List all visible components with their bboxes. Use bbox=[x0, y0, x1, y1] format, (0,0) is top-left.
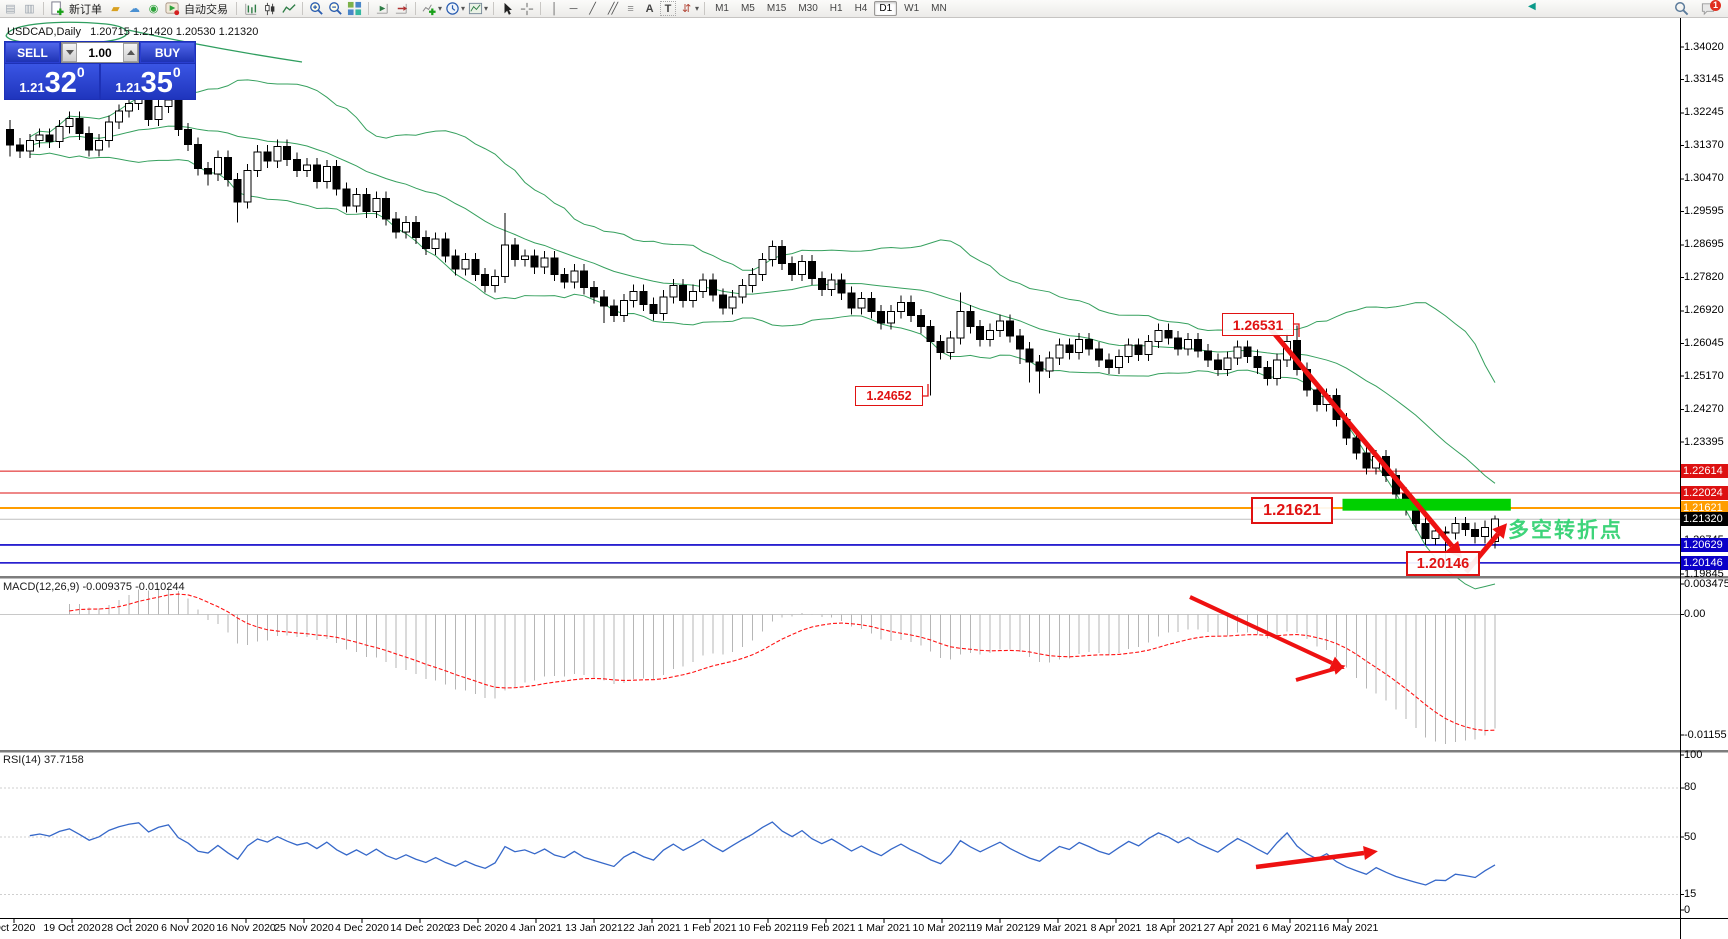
new-order-label[interactable]: 新订单 bbox=[69, 1, 102, 17]
trendline-icon[interactable]: ╱ bbox=[584, 1, 601, 17]
tf-m30-button[interactable]: M30 bbox=[793, 1, 822, 16]
tf-h4-button[interactable]: H4 bbox=[850, 1, 873, 16]
tf-m15-button[interactable]: M15 bbox=[762, 1, 791, 16]
channel-icon[interactable]: ╱╱ bbox=[603, 1, 620, 17]
volume-up-button[interactable] bbox=[123, 43, 138, 62]
auto-scroll-icon[interactable] bbox=[374, 1, 391, 17]
community-icon[interactable]: ☁ bbox=[126, 1, 143, 17]
fibonacci-icon[interactable]: ≡ bbox=[622, 1, 639, 17]
sell-price-big: 32 bbox=[44, 67, 77, 99]
zoom-out-icon[interactable] bbox=[327, 1, 344, 17]
candlestick-chart-icon[interactable] bbox=[261, 1, 278, 17]
cursor-icon[interactable] bbox=[499, 1, 516, 17]
toolbar-separator bbox=[43, 2, 44, 15]
chart-shift-icon[interactable] bbox=[393, 1, 410, 17]
price-callout-124652[interactable]: 1.24652 bbox=[855, 386, 923, 406]
signal-icon[interactable]: ◉ bbox=[145, 1, 162, 17]
new-order-icon[interactable] bbox=[49, 1, 66, 17]
data-window-icon[interactable]: ▥ bbox=[21, 1, 38, 17]
tf-m1-button[interactable]: M1 bbox=[710, 1, 734, 16]
arrows-tool-icon[interactable]: ⇵ bbox=[678, 1, 695, 17]
toolbar-separator bbox=[302, 2, 303, 15]
autotrade-label[interactable]: 自动交易 bbox=[184, 1, 228, 17]
buy-button[interactable]: BUY bbox=[140, 42, 195, 63]
text-label-icon[interactable]: T bbox=[660, 1, 677, 16]
buy-price-small: 1.21 bbox=[115, 80, 141, 95]
crosshair-icon[interactable] bbox=[518, 1, 535, 17]
volume-input[interactable] bbox=[77, 43, 123, 62]
line-chart-icon[interactable] bbox=[280, 1, 297, 17]
autotrade-icon[interactable] bbox=[164, 1, 181, 17]
chart-window-icon[interactable]: ▤ bbox=[2, 1, 19, 17]
indicators-icon[interactable] bbox=[421, 1, 438, 17]
vertical-line-icon[interactable]: │ bbox=[546, 1, 563, 17]
arrows-dropdown-icon[interactable]: ▾ bbox=[695, 4, 699, 13]
gold-icon[interactable]: ▰ bbox=[107, 1, 124, 17]
text-tool-icon[interactable]: A bbox=[641, 1, 658, 17]
tf-m5-button[interactable]: M5 bbox=[736, 1, 760, 16]
buy-price-big: 35 bbox=[140, 67, 173, 99]
triangle-up-icon bbox=[126, 50, 135, 55]
toolbar-separator bbox=[368, 2, 369, 15]
tf-h1-button[interactable]: H1 bbox=[825, 1, 848, 16]
volume-control bbox=[61, 42, 139, 63]
template-icon[interactable] bbox=[467, 1, 484, 17]
search-icon[interactable] bbox=[1674, 1, 1689, 19]
buy-price-display[interactable]: 1.21 35 0 bbox=[101, 64, 195, 99]
price-callout-121621[interactable]: 1.21621 bbox=[1251, 497, 1333, 524]
toolbar-separator bbox=[704, 2, 706, 15]
notifications-icon[interactable]: 1 bbox=[1700, 0, 1721, 19]
chart-plot-area[interactable] bbox=[0, 0, 1728, 939]
tile-windows-icon[interactable] bbox=[346, 1, 363, 17]
tf-mn-button[interactable]: MN bbox=[926, 1, 952, 16]
toolbar-separator bbox=[493, 2, 495, 15]
template-dropdown-icon[interactable]: ▾ bbox=[484, 4, 488, 13]
sell-price-sup: 0 bbox=[76, 64, 85, 80]
toolbar-separator bbox=[236, 2, 237, 15]
toolbar-separator bbox=[540, 2, 542, 15]
sell-price-small: 1.21 bbox=[19, 80, 45, 95]
horizontal-line-icon[interactable]: ─ bbox=[565, 1, 582, 17]
sell-button[interactable]: SELL bbox=[5, 42, 60, 63]
tf-w1-button[interactable]: W1 bbox=[899, 1, 924, 16]
volume-down-button[interactable] bbox=[62, 43, 77, 62]
one-click-trading-panel: SELL BUY 1.21320 1.21350 bbox=[4, 41, 196, 100]
price-callout-126531[interactable]: 1.26531 bbox=[1222, 313, 1294, 336]
toolbar-separator bbox=[415, 2, 416, 15]
bar-chart-icon[interactable] bbox=[242, 1, 259, 17]
notification-badge: 1 bbox=[1710, 0, 1721, 11]
indicators-dropdown-icon[interactable]: ▾ bbox=[438, 4, 442, 13]
sell-price-display[interactable]: 1.21 32 0 bbox=[5, 64, 99, 99]
panel-arrow-icon[interactable]: ◀ bbox=[1528, 1, 1536, 12]
triangle-down-icon bbox=[65, 50, 74, 55]
periods-clock-icon[interactable] bbox=[444, 1, 461, 17]
toolbar: ▤ ▥ 新订单 ▰ ☁ ◉ 自动交易 ▾ ▾ ▾ │ ─ ╱ ╱╱ ≡ A T … bbox=[0, 0, 1728, 18]
zoom-in-icon[interactable] bbox=[308, 1, 325, 17]
tf-d1-button[interactable]: D1 bbox=[874, 1, 898, 16]
periods-dropdown-icon[interactable]: ▾ bbox=[461, 4, 465, 13]
price-callout-120146[interactable]: 1.20146 bbox=[1406, 551, 1480, 576]
buy-price-sup: 0 bbox=[172, 64, 181, 80]
